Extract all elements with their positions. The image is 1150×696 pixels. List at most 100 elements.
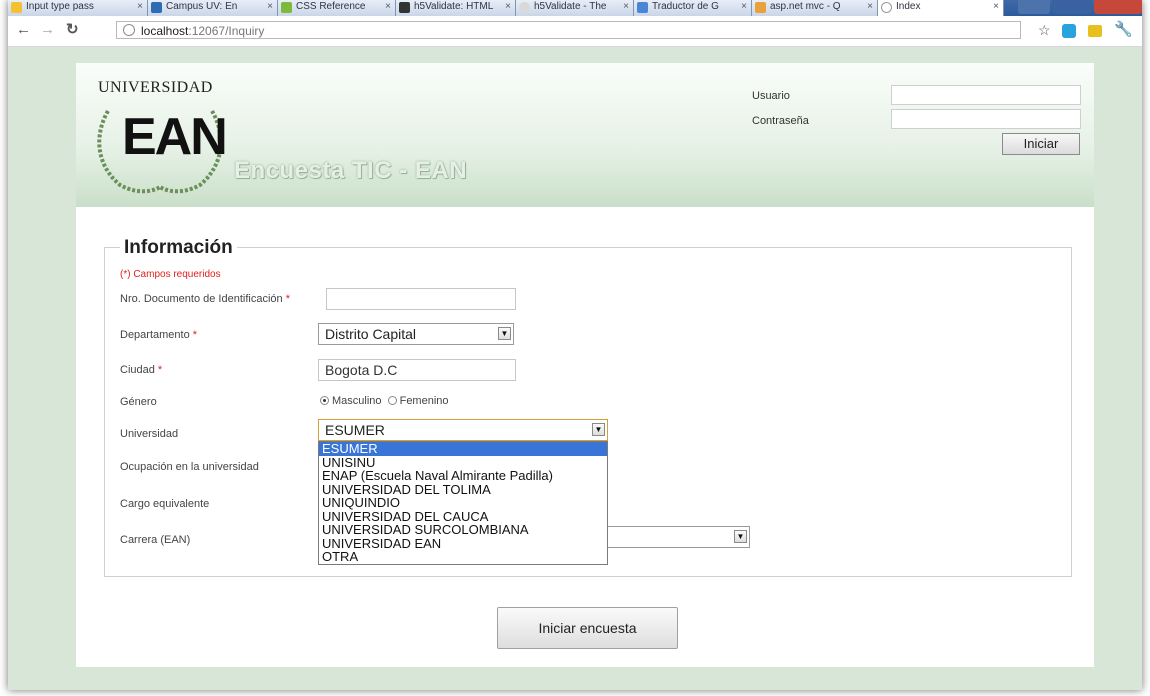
department-select[interactable]: Distrito Capital ▼ xyxy=(318,323,514,345)
tab-h5validate-the[interactable]: h5Validate - The × xyxy=(516,0,634,16)
address-bar[interactable]: localhost:12067/Inquiry xyxy=(116,21,1021,39)
url-host: localhost xyxy=(141,24,189,38)
gender-label: Género xyxy=(120,396,157,408)
tab-input-type-pass[interactable]: Input type pass × xyxy=(8,0,148,16)
url-path: :12067/Inquiry xyxy=(188,24,265,38)
close-window-button[interactable] xyxy=(1094,0,1142,14)
close-tab-icon[interactable]: × xyxy=(623,0,629,14)
university-option[interactable]: ENAP (Escuela Naval Almirante Padilla) xyxy=(319,469,607,483)
site-title: Encuesta TIC - EAN xyxy=(234,157,468,184)
position-label: Cargo equivalente xyxy=(120,498,210,510)
tab-favicon-icon xyxy=(399,2,410,13)
dropdown-arrow-icon[interactable]: ▼ xyxy=(734,530,747,543)
new-tab-button[interactable] xyxy=(1018,0,1050,14)
tab-label: h5Validate - The xyxy=(534,1,607,12)
tab-traductor[interactable]: Traductor de G × xyxy=(634,0,752,16)
university-option[interactable]: UNIQUINDIO xyxy=(319,496,607,510)
dropdown-arrow-icon[interactable]: ▼ xyxy=(592,423,605,436)
forward-icon[interactable]: → xyxy=(40,22,55,38)
reload-icon[interactable]: ↻ xyxy=(66,22,79,38)
female-radio[interactable] xyxy=(387,396,397,405)
tab-label: Index xyxy=(896,1,921,12)
tab-asp-net-mvc[interactable]: asp.net mvc - Q × xyxy=(752,0,878,16)
bookmark-star-icon[interactable]: ☆ xyxy=(1038,22,1051,38)
occupation-label: Ocupación en la universidad xyxy=(120,461,259,473)
tab-label: Traductor de G xyxy=(652,1,719,12)
page-background: UNIVERSIDAD EAN Encuesta TIC - EAN Usuar… xyxy=(8,47,1142,690)
password-label: Contraseña xyxy=(752,115,809,127)
close-tab-icon[interactable]: × xyxy=(741,0,747,14)
minimize-button[interactable] xyxy=(1052,0,1092,14)
navigation-bar: ← → ↻ localhost:12067/Inquiry ☆ 🔧 xyxy=(8,16,1142,47)
male-radio[interactable] xyxy=(320,396,329,405)
start-survey-button[interactable]: Iniciar encuesta xyxy=(497,607,678,649)
close-tab-icon[interactable]: × xyxy=(385,0,391,14)
site-header: UNIVERSIDAD EAN Encuesta TIC - EAN Usuar… xyxy=(76,63,1094,207)
close-tab-icon[interactable]: × xyxy=(505,0,511,14)
wrench-icon[interactable]: 🔧 xyxy=(1114,22,1133,38)
password-input[interactable] xyxy=(891,109,1081,129)
information-legend: Información xyxy=(120,237,237,259)
content-container: UNIVERSIDAD EAN Encuesta TIC - EAN Usuar… xyxy=(76,63,1094,667)
close-tab-icon[interactable]: × xyxy=(993,0,999,14)
tab-label: Input type pass xyxy=(26,1,94,12)
required-star: * xyxy=(157,364,163,376)
tab-label: asp.net mvc - Q xyxy=(770,1,841,12)
close-tab-icon[interactable]: × xyxy=(867,0,873,14)
city-input[interactable]: Bogota D.C xyxy=(318,359,516,381)
skype-extension-icon[interactable] xyxy=(1062,24,1076,38)
user-input[interactable] xyxy=(891,85,1081,105)
university-option[interactable]: OTRA xyxy=(319,550,607,564)
university-option[interactable]: UNIVERSIDAD DEL CAUCA xyxy=(319,509,607,524)
back-icon[interactable]: ← xyxy=(16,22,31,38)
tab-favicon-icon xyxy=(11,2,22,13)
close-tab-icon[interactable]: × xyxy=(137,0,143,14)
tab-favicon-icon xyxy=(881,2,892,13)
department-label-text: Departamento xyxy=(120,329,190,341)
tab-h5validate-html[interactable]: h5Validate: HTML × xyxy=(396,0,516,16)
department-label: Departamento * xyxy=(120,329,197,341)
university-option[interactable]: ESUMER xyxy=(319,442,607,456)
tab-favicon-icon xyxy=(151,2,162,13)
female-radio-label: Femenino xyxy=(399,395,449,407)
tab-favicon-icon xyxy=(281,2,292,13)
page-info-icon xyxy=(123,24,135,36)
required-star: * xyxy=(192,329,198,341)
university-option[interactable]: UNIVERSIDAD DEL TOLIMA xyxy=(319,482,607,497)
tab-css-reference[interactable]: CSS Reference × xyxy=(278,0,396,16)
document-label-text: Nro. Documento de Identificación xyxy=(120,293,283,305)
university-option[interactable]: UNISINU xyxy=(319,455,607,470)
university-option[interactable]: UNIVERSIDAD SURCOLOMBIANA xyxy=(319,523,607,537)
user-label: Usuario xyxy=(752,90,790,102)
tab-favicon-icon xyxy=(637,2,648,13)
tab-favicon-icon xyxy=(755,2,766,13)
city-label: Ciudad * xyxy=(120,364,162,376)
university-option[interactable]: UNIVERSIDAD EAN xyxy=(319,536,607,551)
university-selected-value: ESUMER xyxy=(325,422,385,438)
university-dropdown-list: ESUMER UNISINU ENAP (Escuela Naval Almir… xyxy=(318,441,608,565)
city-label-text: Ciudad xyxy=(120,364,155,376)
logo-universidad-text: UNIVERSIDAD xyxy=(98,79,213,96)
male-radio-label: Masculino xyxy=(332,395,382,407)
dropdown-arrow-icon[interactable]: ▼ xyxy=(498,327,511,340)
tab-label: CSS Reference xyxy=(296,1,366,12)
required-star: * xyxy=(285,293,290,305)
logo-ean-text: EAN xyxy=(122,108,228,166)
career-label: Carrera (EAN) xyxy=(120,534,191,546)
department-selected-value: Distrito Capital xyxy=(325,326,417,342)
close-tab-icon[interactable]: × xyxy=(267,0,273,14)
tab-index[interactable]: Index × xyxy=(878,0,1004,16)
university-label: Universidad xyxy=(120,428,179,440)
extension-icon[interactable] xyxy=(1088,25,1102,37)
tab-strip: Input type pass × Campus UV: En × CSS Re… xyxy=(8,0,1142,16)
tab-campus-uv[interactable]: Campus UV: En × xyxy=(148,0,278,16)
browser-window: Input type pass × Campus UV: En × CSS Re… xyxy=(8,0,1142,690)
university-select[interactable]: ESUMER ▼ xyxy=(318,419,608,441)
tab-label: h5Validate: HTML xyxy=(414,1,494,12)
required-note: (*) Campos requeridos xyxy=(120,269,221,280)
login-button[interactable]: Iniciar xyxy=(1002,133,1080,155)
gender-radio-group: Masculino Femenino xyxy=(320,395,449,407)
tab-favicon-icon xyxy=(519,2,530,13)
tab-label: Campus UV: En xyxy=(166,1,238,12)
document-input[interactable] xyxy=(326,288,516,310)
